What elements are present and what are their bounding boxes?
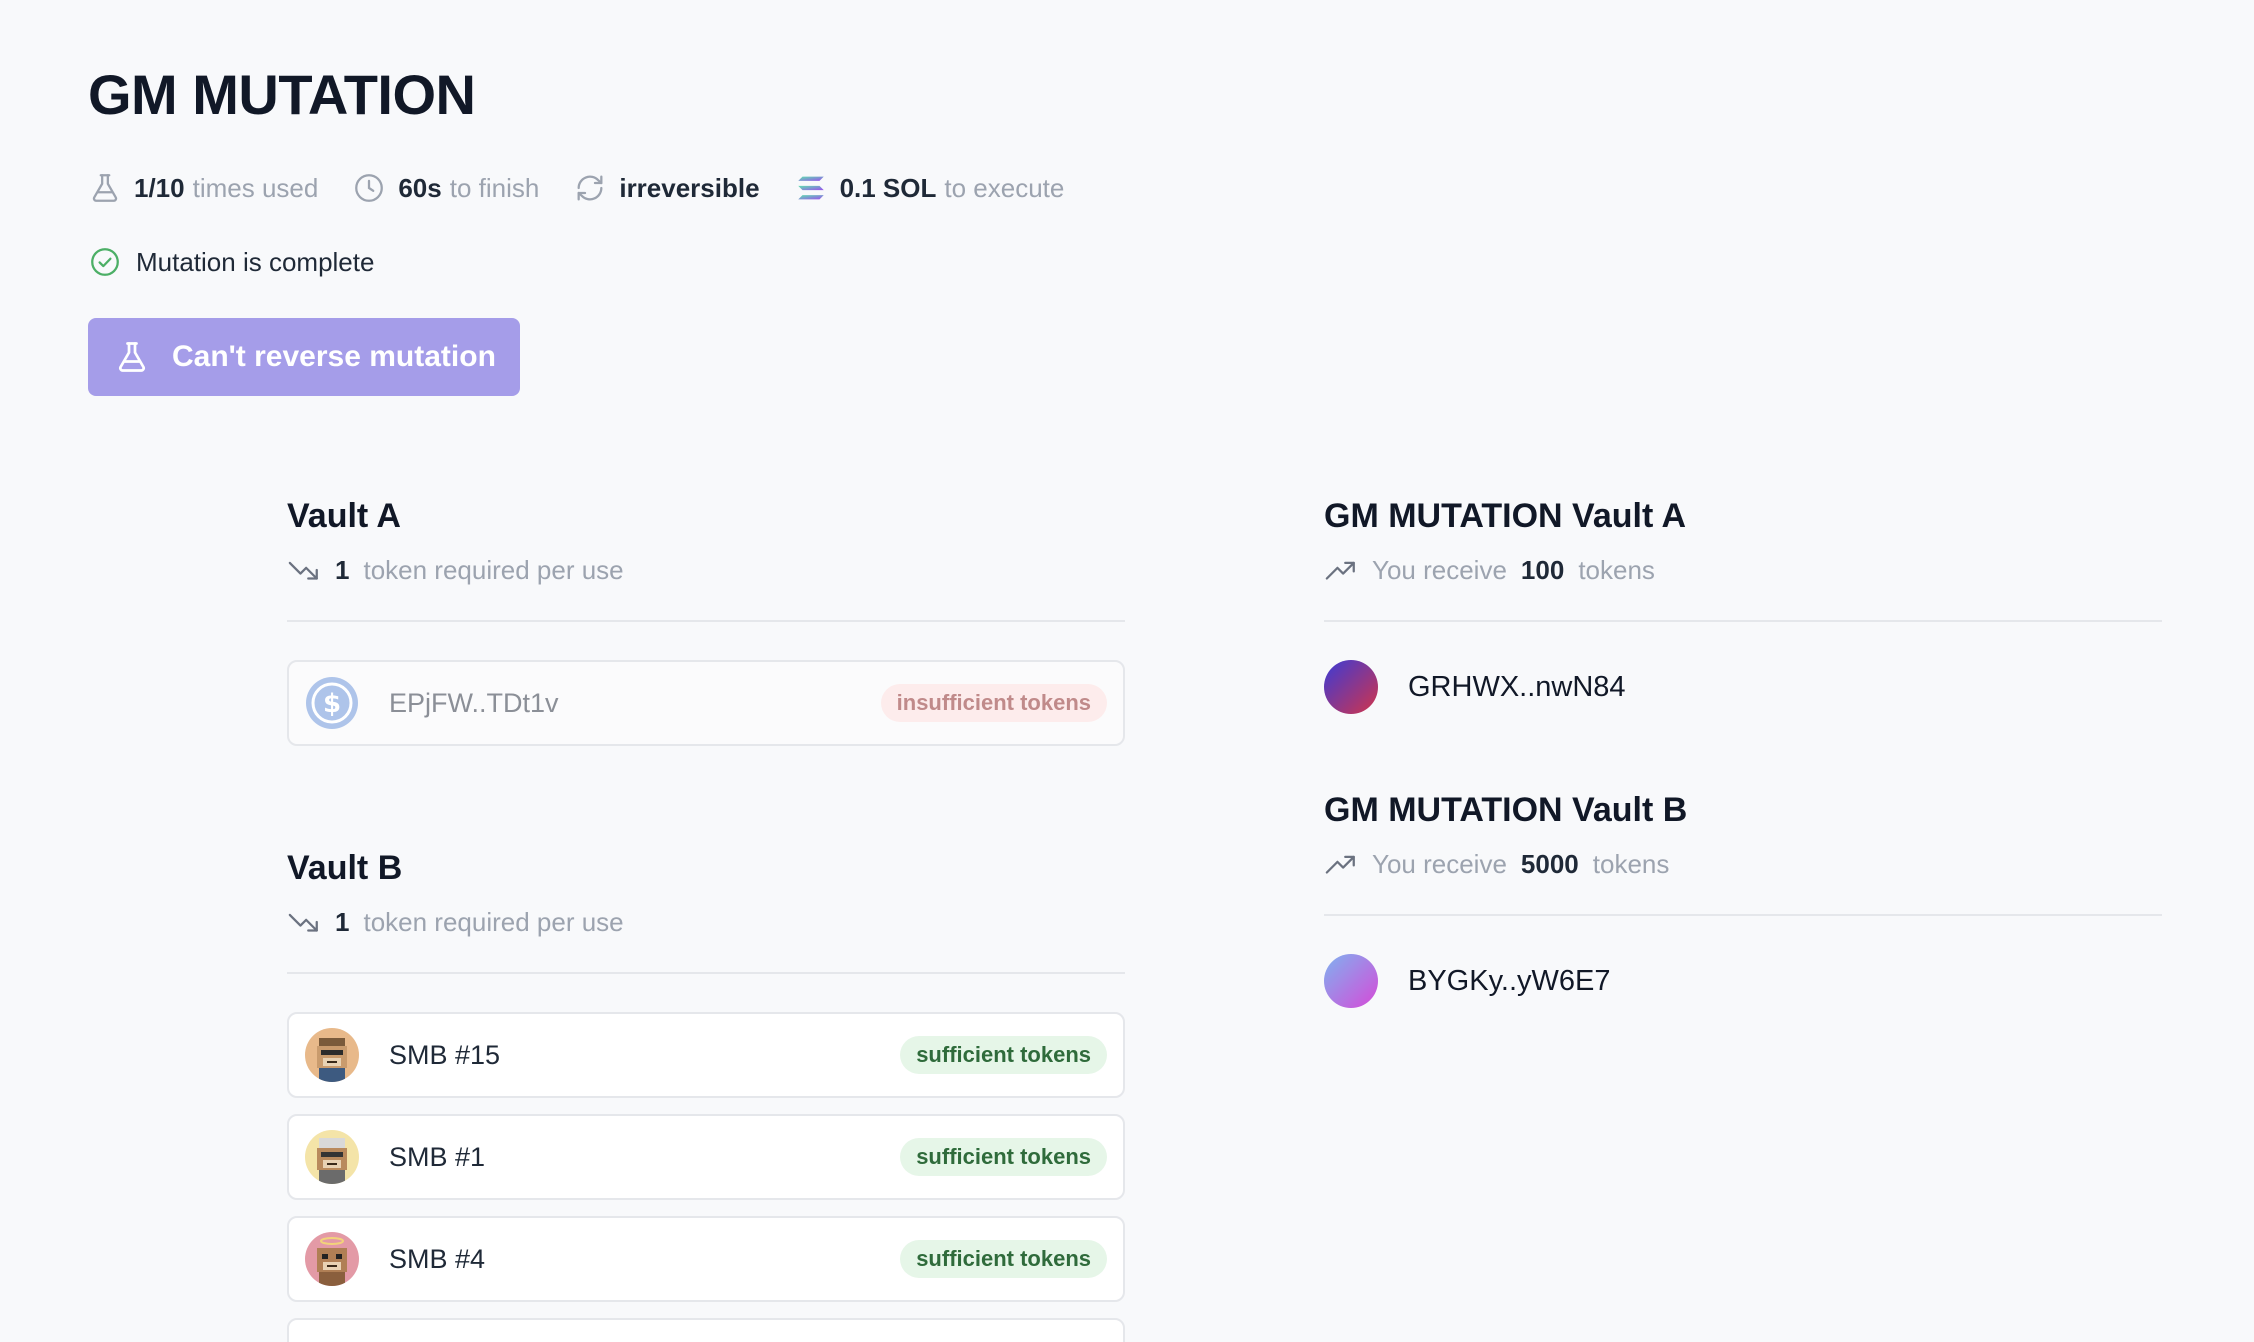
token-card[interactable]: SMB #1 sufficient tokens (287, 1114, 1125, 1200)
token-gradient-avatar (1324, 660, 1378, 714)
token-name: SMB #1 (389, 1141, 486, 1172)
trending-up-icon (1325, 855, 1355, 874)
usdc-coin-icon: $ (305, 676, 359, 730)
receive-amount: 5000 (1520, 848, 1579, 879)
received-token[interactable]: BYGKy..yW6E7 (1324, 954, 2162, 1008)
reverse-mutation-button[interactable]: Can't reverse mutation (88, 318, 520, 396)
vault-b-section: Vault B 1 token required per use SMB #15… (287, 842, 1125, 1342)
output-vault-a-section: GM MUTATION Vault A You receive 100 toke… (1324, 490, 2162, 714)
trending-down-icon (288, 913, 318, 932)
received-token-name: BYGKy..yW6E7 (1408, 964, 1611, 997)
page-title: GM MUTATION (88, 63, 476, 126)
token-card[interactable]: SMB #4 sufficient tokens (287, 1216, 1125, 1302)
check-circle-icon (91, 248, 119, 276)
vault-a-required-count: 1 (335, 554, 350, 585)
svg-text:$: $ (323, 689, 341, 719)
input-vaults: Vault A 1 token required per use $ EPjFW… (287, 490, 1125, 1342)
duration-meta: 60s to finish (352, 171, 539, 205)
monkey-nft-avatar (305, 1232, 359, 1286)
cost-meta: 0.1 SOL to execute (794, 171, 1065, 205)
uses-value: 1/10 (134, 172, 185, 203)
vault-b-requirement: 1 token required per use (287, 900, 1125, 944)
receive-amount: 100 (1520, 554, 1565, 585)
token-card[interactable]: $ EPjFW..TDt1v insufficient tokens (287, 660, 1125, 746)
output-vaults: GM MUTATION Vault A You receive 100 toke… (1324, 490, 2162, 1008)
token-card[interactable]: SMB #15 sufficient tokens (287, 1012, 1125, 1098)
uses-text: times used (192, 172, 319, 203)
vault-b-token-list: SMB #15 sufficient tokens SMB #1 suffici… (287, 1012, 1125, 1342)
monkey-nft-avatar (305, 1028, 359, 1082)
monkey-nft-avatar (305, 1130, 359, 1184)
divider (287, 972, 1125, 974)
received-token[interactable]: GRHWX..nwN84 (1324, 660, 2162, 714)
clock-icon (355, 174, 384, 202)
solana-icon (797, 176, 824, 200)
received-token-name: GRHWX..nwN84 (1408, 670, 1626, 703)
divider (1324, 620, 2162, 622)
duration-text: to finish (449, 172, 540, 203)
output-vault-a-title: GM MUTATION Vault A (1324, 497, 1687, 535)
token-card-partial[interactable] (287, 1318, 1125, 1342)
reversibility-value: irreversible (619, 172, 760, 203)
vault-b-title: Vault B (287, 849, 403, 887)
receive-suffix: tokens (1592, 848, 1670, 879)
vault-a-requirement: 1 token required per use (287, 548, 1125, 592)
receive-prefix: You receive (1372, 554, 1507, 585)
vault-a-title: Vault A (287, 497, 401, 535)
vault-b-required-count: 1 (335, 906, 350, 937)
reversibility-meta: irreversible (573, 171, 760, 205)
status-badge: sufficient tokens (900, 1036, 1107, 1074)
token-name: SMB #15 (389, 1039, 501, 1070)
vault-a-token-list: $ EPjFW..TDt1v insufficient tokens (287, 660, 1125, 746)
mutation-page: GM MUTATION 1/10 times used 60s to finish … (0, 0, 2254, 1342)
uses-meta: 1/10 times used (88, 171, 318, 205)
output-vault-b-title: GM MUTATION Vault B (1324, 791, 1688, 829)
flask-icon (119, 342, 145, 372)
receive-prefix: You receive (1372, 848, 1507, 879)
status-badge: sufficient tokens (900, 1240, 1107, 1278)
token-gradient-avatar (1324, 954, 1378, 1008)
trending-down-icon (288, 561, 318, 580)
status-badge: sufficient tokens (900, 1138, 1107, 1176)
token-name: EPjFW..TDt1v (389, 687, 559, 718)
divider (287, 620, 1125, 622)
vault-a-section: Vault A 1 token required per use $ EPjFW… (287, 490, 1125, 746)
cost-value: 0.1 SOL (839, 172, 937, 203)
output-vault-a-receive: You receive 100 tokens (1324, 548, 2162, 592)
output-vault-b-section: GM MUTATION Vault B You receive 5000 tok… (1324, 784, 2162, 1008)
vault-b-required-text: token required per use (363, 906, 624, 937)
refresh-icon (577, 175, 603, 201)
reverse-mutation-label: Can't reverse mutation (172, 340, 496, 373)
flask-icon (92, 174, 118, 202)
status-badge: insufficient tokens (880, 684, 1107, 722)
receive-suffix: tokens (1578, 554, 1655, 585)
divider (1324, 914, 2162, 916)
mutation-status: Mutation is complete (88, 242, 374, 282)
duration-value: 60s (398, 172, 442, 203)
vault-a-required-text: token required per use (363, 554, 624, 585)
trending-up-icon (1325, 561, 1355, 580)
token-name: SMB #4 (389, 1243, 486, 1274)
mutation-meta-row: 1/10 times used 60s to finish irreversible… (88, 168, 1064, 208)
status-text: Mutation is complete (136, 246, 375, 277)
output-vault-b-receive: You receive 5000 tokens (1324, 842, 2162, 886)
cost-text: to execute (944, 172, 1065, 203)
